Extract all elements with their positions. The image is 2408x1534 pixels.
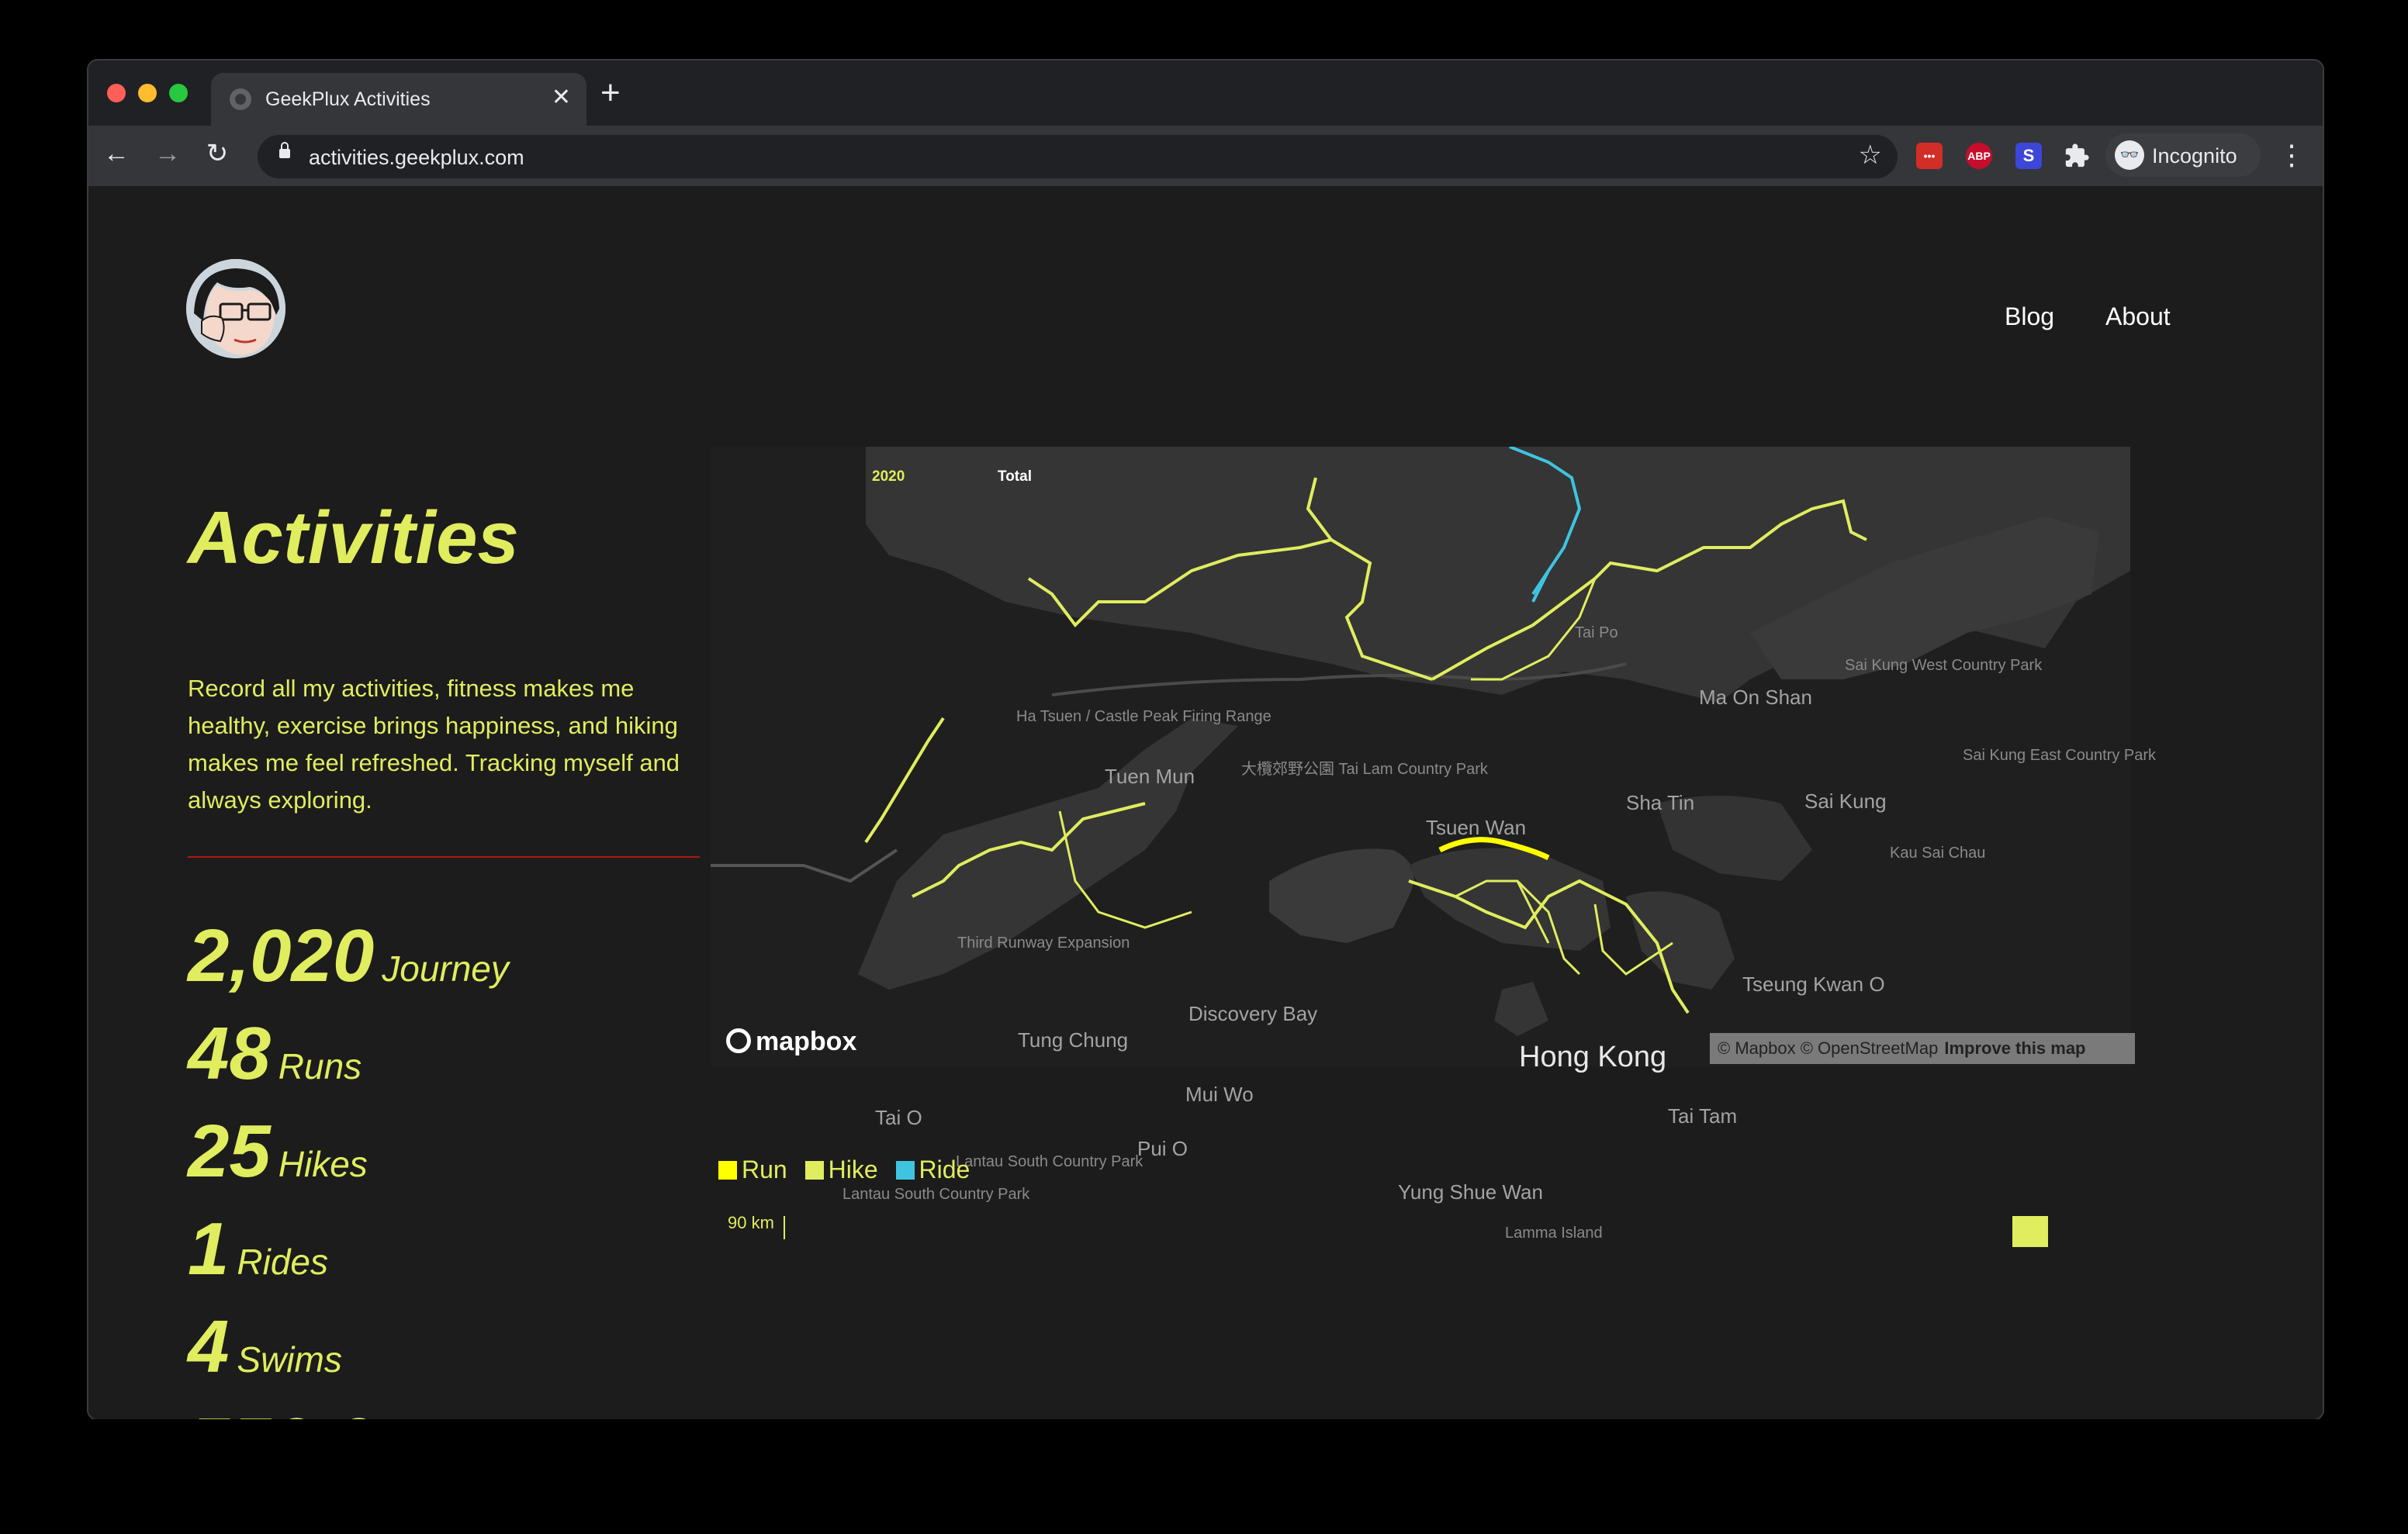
- map-label: Sai Kung: [1804, 789, 1887, 813]
- map-label: Tseung Kwan O: [1742, 973, 1885, 996]
- stat-value: 48: [188, 1012, 271, 1095]
- legend-ride: Ride: [895, 1156, 970, 1184]
- legend-label: Hike: [828, 1156, 878, 1183]
- url-text: activities.geekplux.com: [309, 146, 524, 169]
- stat-label: Hikes: [278, 1144, 368, 1184]
- map-attribution[interactable]: © Mapbox © OpenStreetMap Improve this map: [1710, 1033, 2135, 1064]
- stat-label: Journey: [382, 948, 509, 989]
- map-label: Tai Tam: [1668, 1104, 1738, 1128]
- close-window-button[interactable]: [107, 84, 126, 102]
- incognito-icon: 👓: [2115, 140, 2144, 170]
- map-label: Tai Po: [1575, 624, 1618, 641]
- chart-axis-tick: [784, 1216, 785, 1239]
- stat-distance: 550.0: [188, 1402, 374, 1419]
- avatar-illustration: [186, 259, 285, 358]
- stat-value: 25: [188, 1110, 271, 1193]
- stat-value: 1: [188, 1208, 230, 1290]
- page-description: Record all my activities, fitness makes …: [188, 675, 680, 814]
- map-label: Lantau South Country Park: [842, 1186, 1030, 1203]
- map-label: Tsuen Wan: [1426, 816, 1527, 839]
- map-label: Pui O: [1137, 1137, 1188, 1160]
- activity-map[interactable]: [711, 447, 2130, 1067]
- map-label: Tung Chung: [1018, 1028, 1129, 1052]
- map-label: Discovery Bay: [1188, 1002, 1318, 1025]
- adblock-icon[interactable]: ABP: [1966, 143, 1992, 169]
- attribution-text[interactable]: © Mapbox © OpenStreetMap: [1718, 1038, 1938, 1058]
- legend-hike: Hike: [804, 1156, 878, 1184]
- back-icon[interactable]: ←: [99, 136, 133, 171]
- map-label: Mui Wo: [1185, 1083, 1254, 1106]
- stat-rides: 1 Rides: [188, 1207, 328, 1292]
- tab-strip: GeekPlux Activities ✕ +: [88, 60, 2323, 126]
- lastpass-icon[interactable]: •••: [1916, 143, 1943, 169]
- stat-label: Runs: [278, 1046, 362, 1087]
- close-tab-icon[interactable]: ✕: [552, 84, 571, 112]
- stat-runs: 48 Runs: [188, 1011, 362, 1097]
- stat-value: 2,020: [188, 914, 375, 997]
- map-label: Lamma Island: [1505, 1225, 1603, 1242]
- stat-hikes: 25 Hikes: [188, 1109, 368, 1194]
- legend-swatch: [804, 1161, 824, 1180]
- mapbox-logo-text: mapbox: [756, 1027, 857, 1056]
- map-label: Ha Tsuen / Castle Peak Firing Range: [1016, 708, 1271, 725]
- legend-label: Run: [742, 1156, 787, 1183]
- mapbox-logo[interactable]: mapbox: [726, 1027, 856, 1057]
- legend-swatch: [718, 1161, 737, 1180]
- address-bar[interactable]: activities.geekplux.com ☆: [258, 135, 1898, 178]
- map-label: Tai O: [875, 1106, 922, 1129]
- map-label: Sai Kung East Country Park: [1963, 747, 2157, 764]
- map-label: Ma On Shan: [1699, 686, 1812, 709]
- section-divider: [188, 856, 700, 858]
- improve-map-link[interactable]: Improve this map: [1944, 1038, 2085, 1058]
- browser-menu-icon[interactable]: ⋮: [2278, 140, 2306, 171]
- avatar[interactable]: [186, 259, 285, 358]
- nav-blog-link[interactable]: Blog: [2005, 302, 2054, 331]
- stat-journey: 2,020 Journey: [188, 914, 509, 999]
- bookmark-star-icon[interactable]: ☆: [1859, 140, 1882, 171]
- stat-value: 550.0: [188, 1403, 374, 1419]
- nav-about-link[interactable]: About: [2105, 302, 2171, 331]
- maximize-window-button[interactable]: [169, 84, 188, 102]
- incognito-label: Incognito: [2152, 144, 2237, 168]
- chart-bar[interactable]: [2012, 1216, 2048, 1247]
- map-label: Sha Tin: [1626, 791, 1695, 814]
- mapbox-logo-icon: [726, 1028, 751, 1053]
- legend-swatch: [895, 1161, 915, 1180]
- map-label: Tuen Mun: [1105, 765, 1195, 788]
- minimize-window-button[interactable]: [138, 84, 157, 102]
- map-label: Kau Sai Chau: [1890, 845, 1986, 862]
- extensions-puzzle-icon[interactable]: [2064, 143, 2090, 169]
- map-legend: Run Hike Ride: [718, 1156, 981, 1184]
- map-label: 大欖郊野公園 Tai Lam Country Park: [1241, 761, 1488, 778]
- map-label: Third Runway Expansion: [957, 935, 1130, 952]
- map-label: Yung Shue Wan: [1398, 1180, 1543, 1204]
- browser-toolbar: ← → ↻ activities.geekplux.com ☆ ••• ABP …: [88, 126, 2323, 186]
- s-extension-icon[interactable]: S: [2015, 143, 2042, 169]
- stat-label: Swims: [237, 1339, 342, 1380]
- forward-icon[interactable]: →: [150, 136, 185, 171]
- tab-title: GeekPlux Activities: [265, 88, 431, 110]
- lock-icon: [279, 142, 290, 158]
- browser-tab[interactable]: GeekPlux Activities ✕: [211, 73, 586, 126]
- chart-y-label: 90 km: [728, 1213, 774, 1232]
- stat-value: 4: [188, 1305, 230, 1388]
- reload-icon[interactable]: ↻: [200, 136, 234, 171]
- map-label-hong-kong: Hong Kong: [1519, 1041, 1667, 1073]
- page-title: Activities: [188, 496, 519, 579]
- stat-label: Rides: [237, 1242, 328, 1282]
- incognito-badge[interactable]: 👓 Incognito: [2105, 133, 2261, 177]
- map-year-tab[interactable]: 2020: [872, 468, 905, 485]
- stat-swims: 4 Swims: [188, 1304, 342, 1390]
- screen-bottom-backdrop: [0, 1419, 2408, 1534]
- legend-run: Run: [718, 1156, 787, 1184]
- new-tab-button[interactable]: +: [600, 74, 621, 112]
- legend-label: Ride: [919, 1156, 970, 1183]
- map-total-tab[interactable]: Total: [998, 468, 1032, 485]
- map-label: Sai Kung West Country Park: [1845, 657, 2043, 674]
- globe-icon: [230, 88, 251, 110]
